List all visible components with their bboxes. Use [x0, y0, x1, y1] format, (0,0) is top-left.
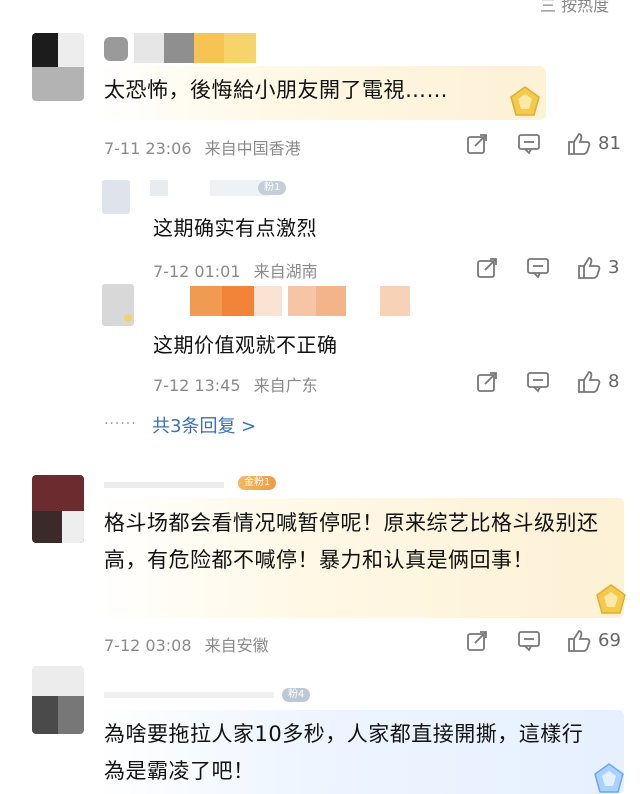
like-count: 3 [608, 257, 620, 278]
comment-icon[interactable] [517, 133, 541, 155]
like-icon [576, 369, 602, 395]
comment-time: 7-11 23:06 [104, 139, 192, 158]
comment-icon[interactable] [526, 371, 550, 393]
username-pixelated[interactable] [104, 688, 284, 700]
fan-badge: 粉4 [282, 688, 311, 702]
share-icon[interactable] [466, 133, 488, 155]
avatar[interactable] [102, 180, 130, 214]
like-count: 69 [598, 630, 621, 651]
fan-badge: 粉1 [258, 181, 287, 195]
sort-toggle[interactable]: 三 按热度 [540, 0, 609, 16]
avatar[interactable] [102, 284, 134, 326]
reply-location: 来自广东 [253, 376, 318, 395]
comment-time: 7-12 03:08 [104, 636, 192, 655]
share-icon[interactable] [466, 630, 488, 652]
comment-text: 為啥要拖拉人家10多秒，人家都直接開撕，這樣行為是霸凌了吧！ [104, 722, 584, 783]
like-icon [566, 131, 592, 157]
like-button[interactable]: 3 [576, 255, 626, 281]
comment-text: 太恐怖，後悔給小朋友開了電視…… [104, 78, 448, 102]
share-icon[interactable] [476, 257, 498, 279]
reply-time: 7-12 01:01 [153, 262, 241, 281]
reply-text: 这期价值观就不正确 [153, 333, 338, 357]
diamond-badge-icon [594, 583, 628, 617]
reply-text: 这期确实有点激烈 [153, 216, 317, 240]
like-count: 8 [608, 371, 620, 392]
comment-icon[interactable] [517, 630, 541, 652]
comment-text: 格斗场都会看情况喊暂停呢！原来综艺比格斗级别还高，有危险都不喊停！暴力和认真是俩… [104, 511, 599, 572]
more-replies-link[interactable]: 共3条回复 > [152, 412, 256, 438]
like-button[interactable]: 8 [576, 369, 626, 395]
diamond-badge-icon [592, 762, 626, 794]
fan-badge: 金粉1 [238, 476, 277, 490]
username-pixelated[interactable] [104, 478, 234, 490]
like-count: 81 [598, 133, 621, 154]
comment-icon[interactable] [526, 257, 550, 279]
username-pixelated[interactable] [190, 286, 414, 316]
username-pixelated[interactable] [104, 33, 256, 63]
like-icon [566, 628, 592, 654]
like-icon [576, 255, 602, 281]
thread-dots: ······ [104, 416, 137, 432]
comment-location: 来自安徽 [204, 636, 269, 655]
avatar[interactable] [32, 475, 84, 543]
avatar[interactable] [32, 33, 84, 101]
avatar[interactable] [32, 666, 84, 734]
like-button[interactable]: 69 [566, 628, 628, 654]
share-icon[interactable] [476, 371, 498, 393]
comment-location: 来自中国香港 [204, 139, 301, 158]
diamond-badge-icon [508, 85, 542, 119]
reply-time: 7-12 13:45 [153, 376, 241, 395]
reply-location: 来自湖南 [253, 262, 318, 281]
like-button[interactable]: 81 [566, 131, 626, 157]
